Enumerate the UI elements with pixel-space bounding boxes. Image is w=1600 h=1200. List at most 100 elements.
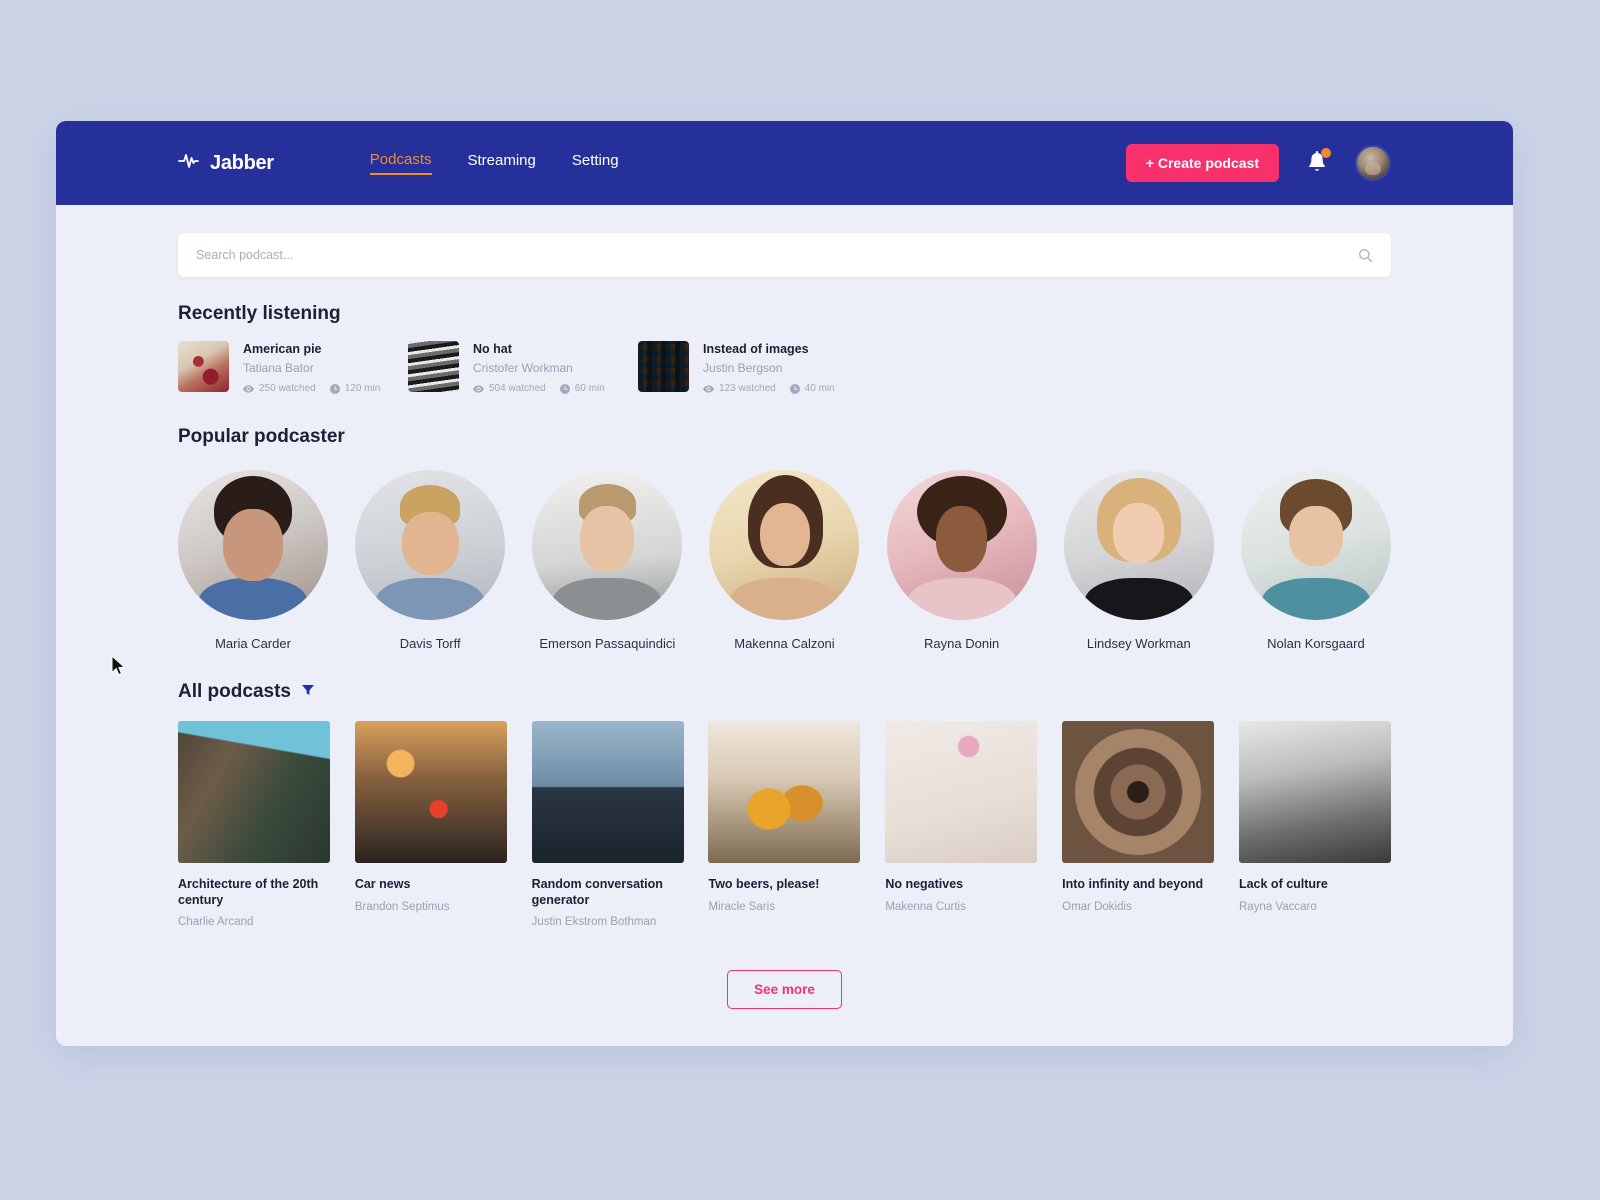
recent-thumbnail-icon: [178, 341, 229, 392]
nav-item-podcasts[interactable]: Podcasts: [369, 151, 432, 175]
recent-thumbnail-icon: [408, 341, 459, 392]
watched-stat: 250 watched: [243, 383, 316, 394]
podcast-title: Into infinity and beyond: [1062, 877, 1204, 891]
nav-links: Podcasts Streaming Setting: [369, 151, 619, 175]
all-podcasts-heading: All podcasts: [178, 681, 1391, 703]
watched-count: 504 watched: [489, 383, 546, 394]
podcast-cover-image: [531, 721, 684, 863]
page-content: Recently listening American pie Tatiana …: [56, 233, 1513, 1010]
nav-item-setting[interactable]: Setting: [572, 152, 619, 174]
podcast-cover-image: [708, 721, 861, 863]
recently-listening-list: American pie Tatiana Bator 250 watched 1…: [178, 341, 1391, 394]
recent-item[interactable]: American pie Tatiana Bator 250 watched 1…: [178, 341, 408, 394]
eye-icon: [473, 384, 484, 393]
podcast-card[interactable]: Car news Brandon Septimus: [354, 721, 507, 928]
podcaster-name: Makenna Calzoni: [734, 636, 835, 651]
see-more-container: See more: [178, 970, 1391, 1010]
recent-thumbnail-icon: [638, 341, 689, 392]
create-podcast-button[interactable]: + Create podcast: [1125, 144, 1279, 182]
podcaster-name: Nolan Korsgaard: [1267, 636, 1365, 651]
popular-podcaster-list: Maria Carder Davis Torff Emerson Passaqu…: [178, 470, 1391, 651]
podcast-card[interactable]: Into infinity and beyond Omar Dokidis: [1062, 721, 1215, 928]
recent-item[interactable]: Instead of images Justin Bergson 123 wat…: [638, 341, 868, 394]
watched-stat: 123 watched: [703, 383, 776, 394]
notification-bell-icon[interactable]: [1305, 148, 1331, 176]
nav-item-streaming[interactable]: Streaming: [468, 152, 536, 174]
podcast-title: Random conversation generator: [531, 877, 663, 907]
podcaster-card[interactable]: Lindsey Workman: [1063, 470, 1214, 651]
recent-author: Tatiana Bator: [243, 361, 314, 375]
podcaster-card[interactable]: Makenna Calzoni: [709, 470, 860, 651]
podcaster-card[interactable]: Davis Torff: [355, 470, 506, 651]
podcaster-name: Maria Carder: [215, 636, 291, 651]
podcaster-name: Lindsey Workman: [1086, 636, 1191, 651]
search-input[interactable]: [196, 248, 1358, 262]
brand-name: Jabber: [210, 151, 274, 174]
podcast-card[interactable]: Lack of culture Rayna Vaccaro: [1238, 721, 1391, 928]
podcaster-avatar: [1240, 470, 1391, 620]
podcaster-card[interactable]: Nolan Korsgaard: [1240, 470, 1391, 651]
podcast-title: No negatives: [885, 877, 964, 891]
brand-logo[interactable]: Jabber: [178, 151, 274, 176]
eye-icon: [243, 384, 254, 393]
recent-title: American pie: [243, 342, 322, 356]
notification-badge-dot: [1321, 148, 1331, 158]
search-icon[interactable]: [1358, 248, 1373, 263]
podcast-title: Architecture of the 20th century: [178, 877, 319, 907]
podcast-card[interactable]: Random conversation generator Justin Eks…: [531, 721, 684, 929]
podcaster-name: Rayna Donin: [924, 636, 1000, 651]
duration-value: 60 min: [574, 383, 605, 394]
popular-podcaster-heading: Popular podcaster: [178, 426, 345, 447]
watched-count: 123 watched: [719, 383, 776, 394]
all-podcasts-title: All podcasts: [178, 681, 291, 702]
podcaster-card[interactable]: Emerson Passaquindici: [532, 470, 683, 651]
podcaster-avatar: [178, 470, 328, 620]
podcaster-avatar: [532, 470, 683, 620]
recent-title: Instead of images: [703, 342, 809, 356]
duration-value: 120 min: [344, 383, 381, 394]
podcaster-avatar: [355, 470, 506, 620]
podcast-author: Rayna Vaccaro: [1238, 900, 1317, 913]
podcast-author: Justin Ekstrom Bothman: [531, 916, 657, 929]
recent-item[interactable]: No hat Cristofer Workman 504 watched 60 …: [408, 341, 638, 394]
podcast-cover-image: [178, 721, 330, 863]
watched-stat: 504 watched: [473, 383, 546, 394]
podcaster-avatar: [886, 470, 1037, 620]
podcast-author: Brandon Septimus: [354, 900, 450, 913]
podcast-card[interactable]: No negatives Makenna Curtis: [885, 721, 1038, 928]
clock-icon: [789, 383, 800, 394]
podcaster-name: Emerson Passaquindici: [539, 636, 676, 651]
recently-listening-heading: Recently listening: [178, 303, 341, 324]
recent-title: No hat: [473, 342, 512, 356]
filter-funnel-icon[interactable]: [301, 681, 315, 703]
podcast-author: Charlie Arcand: [178, 916, 254, 929]
podcast-card[interactable]: Two beers, please! Miracle Saris: [708, 721, 861, 928]
waveform-icon: [178, 151, 208, 176]
podcast-cover-image: [354, 721, 507, 863]
podcaster-card[interactable]: Rayna Donin: [886, 470, 1037, 651]
podcast-author: Miracle Saris: [708, 900, 775, 913]
duration-stat: 120 min: [329, 383, 381, 394]
podcast-title: Lack of culture: [1238, 877, 1328, 891]
app-window: Jabber Podcasts Streaming Setting + Crea…: [56, 121, 1513, 1046]
recent-author: Justin Bergson: [703, 361, 783, 375]
watched-count: 250 watched: [259, 383, 316, 394]
search-bar[interactable]: [178, 233, 1391, 277]
podcaster-avatar: [1063, 470, 1214, 620]
podcaster-card[interactable]: Maria Carder: [178, 470, 328, 651]
duration-stat: 40 min: [789, 383, 835, 394]
podcast-card[interactable]: Architecture of the 20th century Charlie…: [178, 721, 330, 928]
podcast-author: Omar Dokidis: [1062, 900, 1132, 913]
podcast-title: Two beers, please!: [708, 877, 820, 891]
duration-value: 40 min: [804, 383, 835, 394]
recent-stats: 250 watched 120 min: [243, 383, 380, 394]
clock-icon: [559, 383, 570, 394]
all-podcasts-grid: Architecture of the 20th century Charlie…: [178, 721, 1391, 928]
top-navbar: Jabber Podcasts Streaming Setting + Crea…: [56, 121, 1513, 205]
see-more-button[interactable]: See more: [727, 970, 842, 1010]
podcast-author: Makenna Curtis: [885, 900, 966, 913]
podcast-cover-image: [1062, 721, 1215, 863]
user-avatar[interactable]: [1355, 145, 1391, 181]
recent-stats: 123 watched 40 min: [703, 383, 835, 394]
duration-stat: 60 min: [559, 383, 605, 394]
